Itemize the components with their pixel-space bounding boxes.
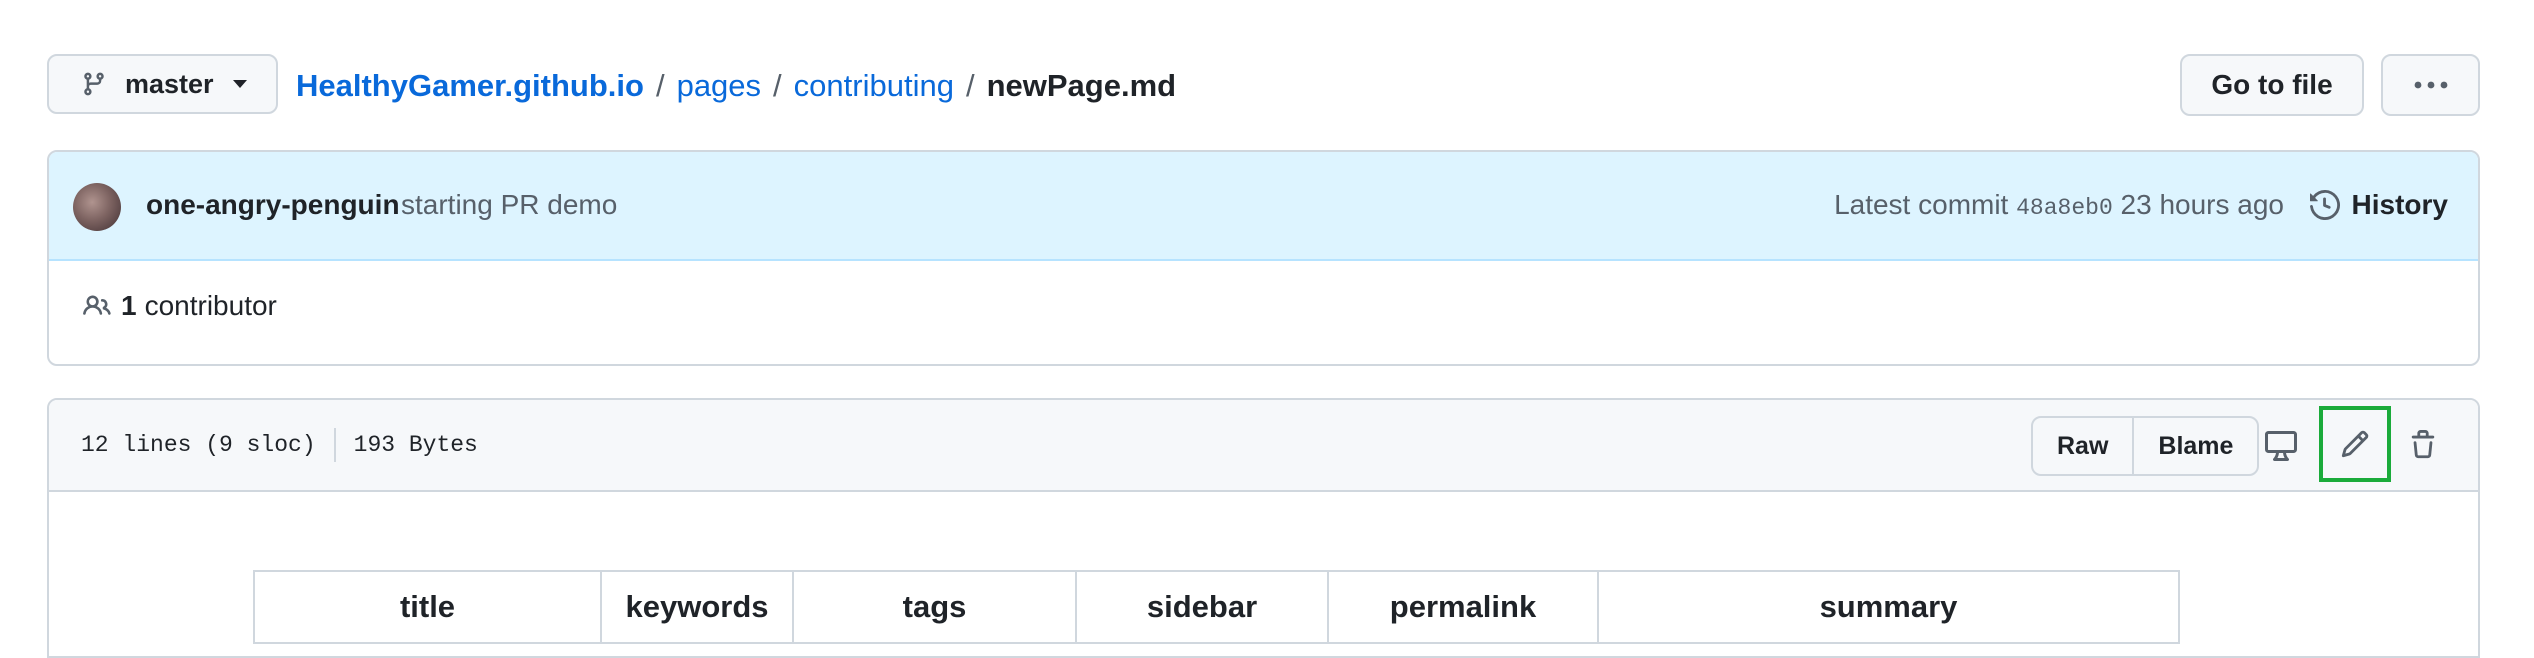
commit-author-link[interactable]: one-angry-penguin [146,189,400,221]
commit-time: 23 hours ago [2120,189,2284,220]
file-view-button-group: Raw Blame [2031,416,2260,476]
table-header-cell: tags [792,570,1077,644]
desktop-icon [2265,431,2297,461]
git-branch-icon [84,72,104,96]
table-header-cell: permalink [1327,570,1599,644]
contributor-count: 1 [121,290,137,321]
history-label: History [2351,189,2448,220]
more-options-button[interactable] [2381,54,2480,116]
file-lines: 12 lines (9 sloc) [81,432,316,458]
delete-file-button[interactable] [2393,418,2453,472]
avatar[interactable] [73,183,121,231]
breadcrumb-current-file: newPage.md [986,68,1177,103]
raw-button[interactable]: Raw [2033,418,2132,474]
commit-row: one-angry-penguin starting PR demo Lates… [49,152,2478,261]
table-header-cell: title [253,570,602,644]
markdown-table: title keywords tags sidebar permalink su… [253,570,2180,644]
file-info: 12 lines (9 sloc) 193 Bytes [81,428,478,462]
breadcrumb-pages-link[interactable]: pages [677,68,761,104]
commit-message-link[interactable]: starting PR demo [401,189,617,221]
branch-selector-button[interactable]: master [47,54,278,114]
file-header: 12 lines (9 sloc) 193 Bytes Raw Blame [49,400,2478,492]
caret-down-icon [232,80,247,88]
people-icon [83,295,111,315]
table-header-cell: keywords [600,570,794,644]
breadcrumb-separator: / [965,68,975,103]
latest-commit-label: Latest commit [1834,189,2009,220]
pencil-icon [2341,430,2369,458]
history-icon [2309,190,2340,220]
breadcrumb-separator: / [773,68,782,103]
branch-name: master [125,68,214,99]
breadcrumb-separator: / [655,68,665,103]
breadcrumb-contributing-link[interactable]: contributing [794,68,954,104]
more-horizontal-icon [2414,81,2447,89]
table-header-cell: summary [1597,570,2180,644]
open-desktop-button[interactable] [2251,418,2311,472]
latest-commit-info: Latest commit 48a8eb0 23 hours ago [1834,189,2284,221]
latest-commit-box: one-angry-penguin starting PR demo Lates… [47,150,2480,366]
contributors-link[interactable]: 1 contributor [81,290,277,322]
contributor-label: contributor [144,290,277,321]
file-content-box: 12 lines (9 sloc) 193 Bytes Raw Blame ti… [47,398,2480,658]
edit-file-button[interactable] [2319,406,2391,482]
go-to-file-button[interactable]: Go to file [2180,54,2364,116]
file-view-page: master HealthyGamer.github.io / pages / … [0,0,2534,658]
breadcrumb: HealthyGamer.github.io / pages / contrib… [296,64,1176,108]
table-header-row: title keywords tags sidebar permalink su… [253,570,2180,644]
table-header-cell: sidebar [1075,570,1329,644]
history-link[interactable]: History [2309,183,2448,227]
breadcrumb-repo-link[interactable]: HealthyGamer.github.io [296,68,644,104]
file-size: 193 Bytes [353,432,478,458]
file-info-divider [333,428,336,462]
commit-sha-link[interactable]: 48a8eb0 [2016,195,2113,221]
blame-button[interactable]: Blame [2132,418,2257,474]
trash-icon [2411,430,2435,459]
